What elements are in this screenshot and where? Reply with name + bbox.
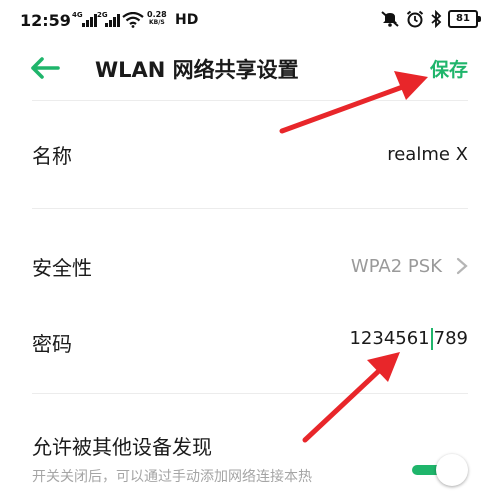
divider (32, 208, 468, 209)
discoverable-label: 允许被其他设备发现 (32, 435, 212, 459)
password-input[interactable]: 1234561 789 (349, 328, 468, 350)
hd-voice-indicator: HD (175, 12, 199, 28)
sim1-signal-icon (82, 14, 97, 27)
wifi-icon (122, 12, 144, 28)
chevron-right-icon (456, 257, 468, 275)
toggle-knob (436, 454, 468, 486)
name-setting-row[interactable]: 名称 realme X (0, 120, 500, 210)
discoverable-hint: 开关关闭后，可以通过手动添加网络连接本热 (32, 469, 312, 485)
security-label: 安全性 (32, 256, 92, 280)
name-label: 名称 (32, 144, 72, 168)
discoverable-toggle[interactable] (412, 454, 468, 486)
network-speed: 0.28 KB/S (147, 11, 167, 27)
password-label: 密码 (32, 332, 72, 356)
save-button[interactable]: 保存 (430, 55, 468, 82)
password-setting-row[interactable]: 密码 1234561 789 (0, 310, 500, 380)
status-bar: 12:59 4G 2G 0.28 KB/S HD 81 (0, 0, 500, 40)
mute-icon (381, 11, 399, 27)
name-value[interactable]: realme X (387, 144, 468, 165)
back-arrow-icon[interactable] (28, 54, 60, 82)
divider (32, 393, 468, 394)
sim2-signal-icon (105, 14, 120, 27)
password-text-after-cursor: 789 (433, 328, 468, 349)
bluetooth-icon (431, 10, 442, 28)
network-speed-unit: KB/S (149, 19, 165, 26)
page-title: WLAN 网络共享设置 (95, 58, 299, 82)
app-header: WLAN 网络共享设置 保存 (0, 44, 500, 94)
security-value: WPA2 PSK (350, 256, 442, 277)
status-right-icons: 81 (380, 10, 481, 28)
alarm-icon (406, 10, 424, 28)
header-divider (32, 100, 468, 101)
text-cursor (430, 328, 433, 350)
password-text-before-cursor: 1234561 (349, 328, 430, 349)
battery-icon: 81 (448, 10, 481, 28)
security-setting-row[interactable]: 安全性 WPA2 PSK (0, 230, 500, 305)
clock: 12:59 (20, 11, 71, 30)
network-speed-value: 0.28 (147, 10, 167, 19)
